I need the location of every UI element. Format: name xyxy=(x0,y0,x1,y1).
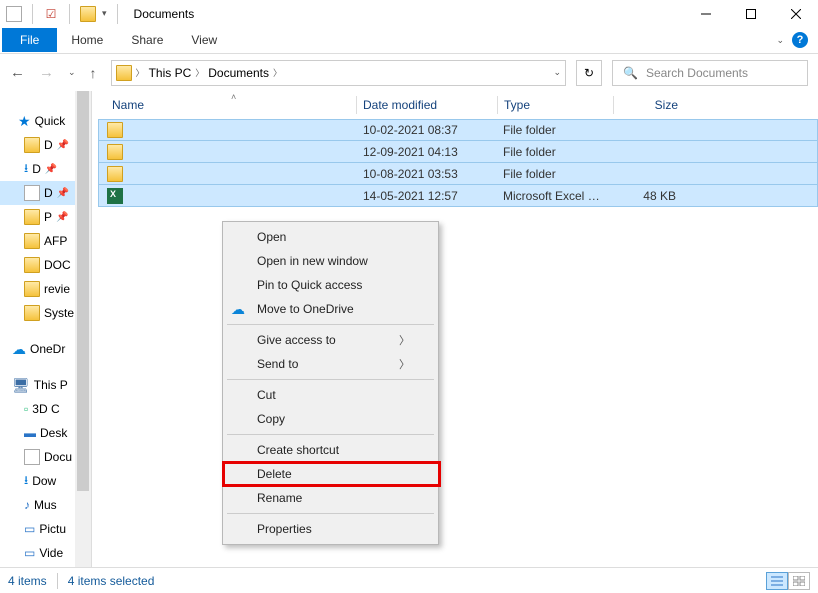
tab-share[interactable]: Share xyxy=(117,28,177,52)
menu-item[interactable]: Open in new window xyxy=(225,249,436,273)
folder-icon xyxy=(107,166,123,182)
onedrive-icon: ☁ xyxy=(12,341,26,358)
quick-access-toolbar: ☑ ▾ xyxy=(0,4,128,24)
search-placeholder: Search Documents xyxy=(646,66,748,80)
scrollbar[interactable] xyxy=(75,91,91,567)
history-dropdown[interactable]: ⌄ xyxy=(68,67,76,78)
menu-item-label: Open in new window xyxy=(257,254,368,268)
properties-icon[interactable] xyxy=(6,6,22,22)
menu-item-label: Rename xyxy=(257,491,302,505)
menu-item-label: Cut xyxy=(257,388,276,402)
col-date: Date modified xyxy=(357,98,497,112)
chevron-right-icon[interactable]: 〉 xyxy=(273,66,282,79)
thumbnails-view-button[interactable] xyxy=(788,572,810,590)
menu-item[interactable]: Create shortcut xyxy=(225,438,436,462)
nav-bar: ← → ⌄ ↑ 〉 This PC 〉 Documents 〉 ⌄ ↻ 🔍 Se… xyxy=(0,54,818,91)
folder-icon xyxy=(116,65,132,81)
ribbon-expand-icon[interactable]: ⌄ xyxy=(776,35,784,46)
col-size: Size xyxy=(614,98,684,112)
minimize-button[interactable] xyxy=(683,0,728,27)
folder-icon xyxy=(107,122,123,138)
crumb-documents[interactable]: Documents xyxy=(208,66,269,80)
table-row[interactable]: 10-02-2021 08:37File folder xyxy=(98,119,818,141)
pc-icon: 🖥 xyxy=(12,377,30,394)
menu-item[interactable]: Copy xyxy=(225,407,436,431)
tab-view[interactable]: View xyxy=(177,28,231,52)
qat-dropdown[interactable]: ▾ xyxy=(102,8,107,19)
menu-item-label: Open xyxy=(257,230,286,244)
file-type: File folder xyxy=(497,167,612,181)
details-view-button[interactable] xyxy=(766,572,788,590)
ribbon: File Home Share View ⌄ ? xyxy=(0,27,818,54)
menu-item[interactable]: Open xyxy=(225,225,436,249)
file-type: File folder xyxy=(497,123,612,137)
forward-button[interactable]: → xyxy=(39,64,54,81)
star-icon: ★ xyxy=(18,114,31,128)
file-date: 10-08-2021 03:53 xyxy=(357,167,497,181)
title-bar: ☑ ▾ Documents xyxy=(0,0,818,27)
context-menu[interactable]: Open Open in new window Pin to Quick acces… xyxy=(222,221,439,545)
address-dropdown[interactable]: ⌄ xyxy=(553,67,561,78)
menu-item[interactable]: Cut xyxy=(225,383,436,407)
file-date: 10-02-2021 08:37 xyxy=(357,123,497,137)
up-button[interactable]: ↑ xyxy=(90,65,97,81)
onedrive-icon: ☁ xyxy=(231,301,247,317)
tab-home[interactable]: Home xyxy=(57,28,117,52)
crumb-this-pc[interactable]: This PC xyxy=(149,66,192,80)
help-icon[interactable]: ? xyxy=(792,32,808,48)
menu-item-label: Send to xyxy=(257,357,298,371)
qat-folder-icon xyxy=(80,6,96,22)
file-size: 48 KB xyxy=(612,189,682,203)
menu-item-label: Move to OneDrive xyxy=(257,302,354,316)
file-tab[interactable]: File xyxy=(2,28,57,52)
file-date: 12-09-2021 04:13 xyxy=(357,145,497,159)
table-row[interactable]: 10-08-2021 03:53File folder xyxy=(98,163,818,185)
folder-icon xyxy=(107,144,123,160)
menu-item-label: Give access to xyxy=(257,333,336,347)
back-button[interactable]: ← xyxy=(10,64,25,81)
search-box[interactable]: 🔍 Search Documents xyxy=(612,60,808,86)
table-row[interactable]: 12-09-2021 04:13File folder xyxy=(98,141,818,163)
chevron-right-icon: 〉 xyxy=(399,356,410,372)
file-type: File folder xyxy=(497,145,612,159)
menu-item-label: Pin to Quick access xyxy=(257,278,362,292)
excel-icon xyxy=(107,188,123,204)
status-bar: 4 items 4 items selected xyxy=(0,567,818,593)
select-icon[interactable]: ☑ xyxy=(43,6,59,22)
menu-item[interactable]: Rename xyxy=(225,486,436,510)
sort-indicator-icon: ˄ xyxy=(231,92,236,102)
status-item-count: 4 items xyxy=(8,574,47,588)
table-row[interactable]: 14-05-2021 12:57Microsoft Excel W…48 KB xyxy=(98,185,818,207)
address-bar[interactable]: 〉 This PC 〉 Documents 〉 ⌄ xyxy=(111,60,566,86)
col-name: Name˄ xyxy=(106,98,356,112)
menu-item[interactable]: ☁ Move to OneDrive xyxy=(225,297,436,321)
menu-item[interactable]: Give access to 〉 xyxy=(225,328,436,352)
file-type: Microsoft Excel W… xyxy=(497,189,612,203)
chevron-right-icon[interactable]: 〉 xyxy=(136,66,145,79)
status-selected-count: 4 items selected xyxy=(68,574,155,588)
col-type: Type xyxy=(498,98,613,112)
file-date: 14-05-2021 12:57 xyxy=(357,189,497,203)
maximize-button[interactable] xyxy=(728,0,773,27)
refresh-button[interactable]: ↻ xyxy=(576,60,602,86)
menu-item[interactable]: Delete xyxy=(225,462,436,486)
search-icon: 🔍 xyxy=(623,66,638,80)
window-title: Documents xyxy=(134,7,195,21)
menu-item-label: Delete xyxy=(257,467,292,481)
menu-item[interactable]: Send to 〉 xyxy=(225,352,436,376)
file-list: Name˄ Date modified Type Size 10-02-2021… xyxy=(92,91,818,567)
menu-item-label: Properties xyxy=(257,522,312,536)
chevron-right-icon: 〉 xyxy=(399,332,410,348)
chevron-right-icon[interactable]: 〉 xyxy=(195,66,204,79)
close-button[interactable] xyxy=(773,0,818,27)
menu-item-label: Copy xyxy=(257,412,285,426)
menu-item[interactable]: Properties xyxy=(225,517,436,541)
column-headers[interactable]: Name˄ Date modified Type Size xyxy=(98,91,818,119)
menu-item[interactable]: Pin to Quick access xyxy=(225,273,436,297)
menu-item-label: Create shortcut xyxy=(257,443,339,457)
nav-pane[interactable]: ★ Quick D📌 ⭳D📌 D📌 P📌 AFP DOC revie Syste… xyxy=(0,91,92,567)
